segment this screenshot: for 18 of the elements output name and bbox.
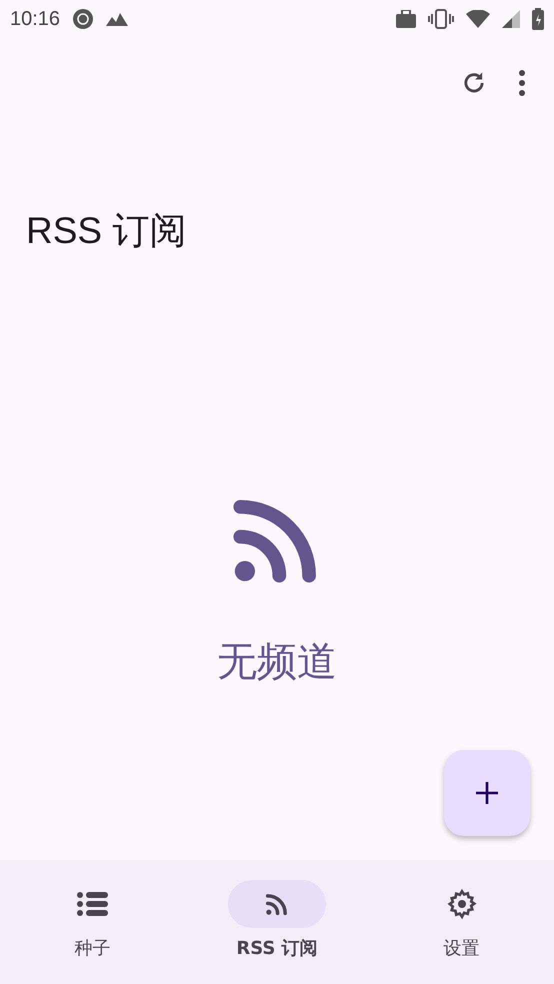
nav-label: RSS 订阅 [236,937,318,960]
signal-icon [502,10,520,28]
more-icon [518,69,526,97]
plus-icon [474,780,500,806]
page-title: RSS 订阅 [26,209,188,253]
nav-label: 种子 [74,937,110,960]
wifi-icon [466,10,490,28]
nav-label: 设置 [444,937,480,960]
mountain-icon [106,12,128,26]
list-icon [76,891,108,917]
battery-icon [532,8,544,30]
sync-icon [72,8,94,30]
vibrate-icon [428,9,454,29]
settings-icon [446,888,478,920]
briefcase-icon [396,10,416,28]
empty-message: 无频道 [217,638,337,687]
status-time: 10:16 [10,8,60,30]
nav-tab[interactable] [228,880,326,928]
